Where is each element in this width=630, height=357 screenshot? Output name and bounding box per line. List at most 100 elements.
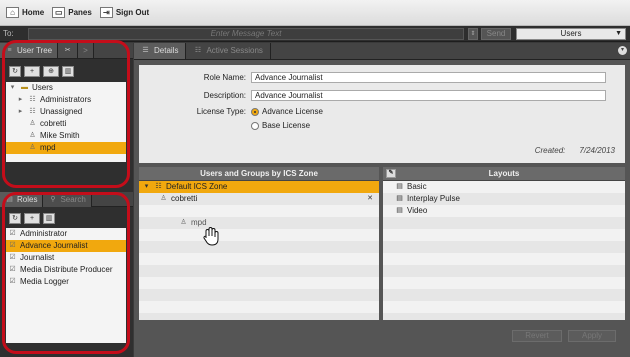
role-icon: ☑ [9,278,16,285]
base-license-radio[interactable]: Base License [251,121,310,130]
layout-item[interactable]: ▤ Interplay Pulse [383,193,625,205]
member-row[interactable]: ♙ cobretti ✕ [139,193,379,205]
role-label: Administrator [20,229,68,238]
tab-search[interactable]: ⚲ Search [43,192,92,207]
tab-active-sessions-label: Active Sessions [206,46,263,55]
layouts-list: ▤ Basic ▤ Interplay Pulse ▤ Video [383,181,625,320]
tree-item-unassigned[interactable]: ▸ ☷ Unassigned [6,106,126,118]
created-date: 7/24/2013 [579,146,615,155]
users-groups-header: Users and Groups by ICS Zone [139,167,379,181]
details-icon: ☰ [142,47,149,54]
tree-item-mike-smith[interactable]: ♙ Mike Smith [6,130,126,142]
base-license-label: Base License [262,121,311,130]
drag-hand-cursor-icon [203,227,219,246]
description-field[interactable]: Advance Journalist [251,90,606,101]
tree-item-cobretti[interactable]: ♙ cobretti [6,118,126,130]
role-item[interactable]: ☑ Media Logger [6,276,126,288]
tab-roles[interactable]: ▤ Roles [0,192,44,207]
delete-icon[interactable]: ▥ [43,212,55,224]
license-type-label: License Type: [196,107,246,116]
role-item[interactable]: ☑ Administrator [6,228,126,240]
pane-menu-icon[interactable]: ▾ [618,46,627,55]
delete-icon[interactable]: ▥ [62,65,74,77]
layout-label: Interplay Pulse [407,194,460,203]
role-icon: ☑ [9,230,16,237]
users-groups-list: ▾ ☷ Default ICS Zone ♙ cobretti ✕ ♙ mpd [139,181,379,320]
refresh-icon[interactable]: ↻ [9,212,21,224]
radio-unselected-icon [251,121,259,130]
tree-icon: ≡ [7,46,12,54]
message-bar: To: Enter Message Text ⇕ Send Users ▼ [0,26,630,42]
role-label: Media Logger [20,277,69,286]
tab-tree-options[interactable]: ✂ [58,43,79,58]
layout-item[interactable]: ▤ Basic [383,181,625,193]
roles-tabs: ▤ Roles ⚲ Search [0,192,133,207]
layout-icon: ▤ [396,207,403,214]
role-icon: ☑ [9,266,16,273]
apply-button[interactable]: Apply [568,330,616,342]
remove-member-icon[interactable]: ✕ [367,193,373,205]
tab-user-tree-label: User Tree [17,46,53,55]
message-input[interactable]: Enter Message Text [28,28,464,40]
main-tabs: ☰ Details ☷ Active Sessions ▾ [134,43,630,60]
role-item[interactable]: ☑ Media Distribute Producer [6,264,126,276]
roles-icon: ▤ [6,195,13,203]
sign-out-button[interactable]: ⇥ Sign Out [99,7,150,18]
panes-button[interactable]: ▭ Panes [52,7,92,18]
tab-details[interactable]: ☰ Details [134,43,187,59]
tab-user-tree[interactable]: ≡ User Tree [0,43,59,58]
tree-root[interactable]: ▾ ▬ Users [6,82,126,94]
expand-right-icon: ▸ [18,96,23,103]
advance-license-label: Advance License [262,107,323,116]
add-user-icon[interactable]: + [24,65,40,77]
drag-ghost-row: ♙ mpd [139,217,379,229]
tab-active-sessions[interactable]: ☷ Active Sessions [186,43,271,59]
refresh-icon[interactable]: ↻ [9,65,21,77]
role-icon: ☑ [9,254,16,261]
layout-icon: ▤ [396,183,403,190]
user-icon: ♙ [180,219,187,226]
main-pane: ☰ Details ☷ Active Sessions ▾ Role Name:… [134,43,630,357]
role-details: Role Name: Advance Journalist Descriptio… [139,65,625,163]
tree-item-label: cobretti [40,119,67,128]
chevron-down-icon: ▼ [615,30,622,37]
add-group-icon[interactable]: ⊕ [43,65,59,77]
tree-item-mpd[interactable]: ♙ mpd [6,142,126,154]
tab-overflow[interactable]: > [78,43,94,58]
send-button[interactable]: Send [481,28,511,40]
recipient-select[interactable]: Users ▼ [516,28,626,40]
radio-selected-icon [251,107,259,116]
user-icon: ♙ [160,195,167,202]
tree-item-administrators[interactable]: ▸ ☷ Administrators [6,94,126,106]
layout-item[interactable]: ▤ Video [383,205,625,217]
scissors-icon: ✂ [64,46,71,54]
layouts-header: ✎ Layouts [383,167,625,181]
search-icon: ⚲ [50,195,56,203]
advance-license-radio[interactable]: Advance License [251,107,323,116]
panes-icon: ▭ [52,7,66,18]
role-name-field[interactable]: Advance Journalist [251,72,606,83]
layout-label: Basic [407,182,427,191]
role-label: Journalist [20,253,55,262]
description-label: Description: [203,91,246,100]
roles-toolbar: ↻ + ▥ [0,210,133,226]
created-label: Created: [534,146,566,155]
role-label: Advance Journalist [20,241,88,250]
zone-row[interactable]: ▾ ☷ Default ICS Zone [139,181,379,193]
revert-button[interactable]: Revert [512,330,562,342]
tab-search-label: Search [60,195,86,204]
role-item[interactable]: ☑ Advance Journalist [6,240,126,252]
description-row: Description: Advance Journalist [139,90,606,101]
sign-out-label: Sign Out [115,8,150,17]
layout-icon: ▤ [396,195,403,202]
edit-layouts-icon[interactable]: ✎ [386,169,396,178]
tree-item-label: Unassigned [40,107,83,116]
role-item[interactable]: ☑ Journalist [6,252,126,264]
home-icon: ⌂ [6,7,19,18]
to-label: To: [3,29,14,38]
add-role-icon[interactable]: + [24,212,40,224]
message-stepper[interactable]: ⇕ [468,28,478,40]
home-button[interactable]: ⌂ Home [6,7,44,18]
user-tree: ▾ ▬ Users ▸ ☷ Administrators ▸ ☷ Unassig… [6,82,126,162]
tree-root-label: Users [32,83,53,92]
